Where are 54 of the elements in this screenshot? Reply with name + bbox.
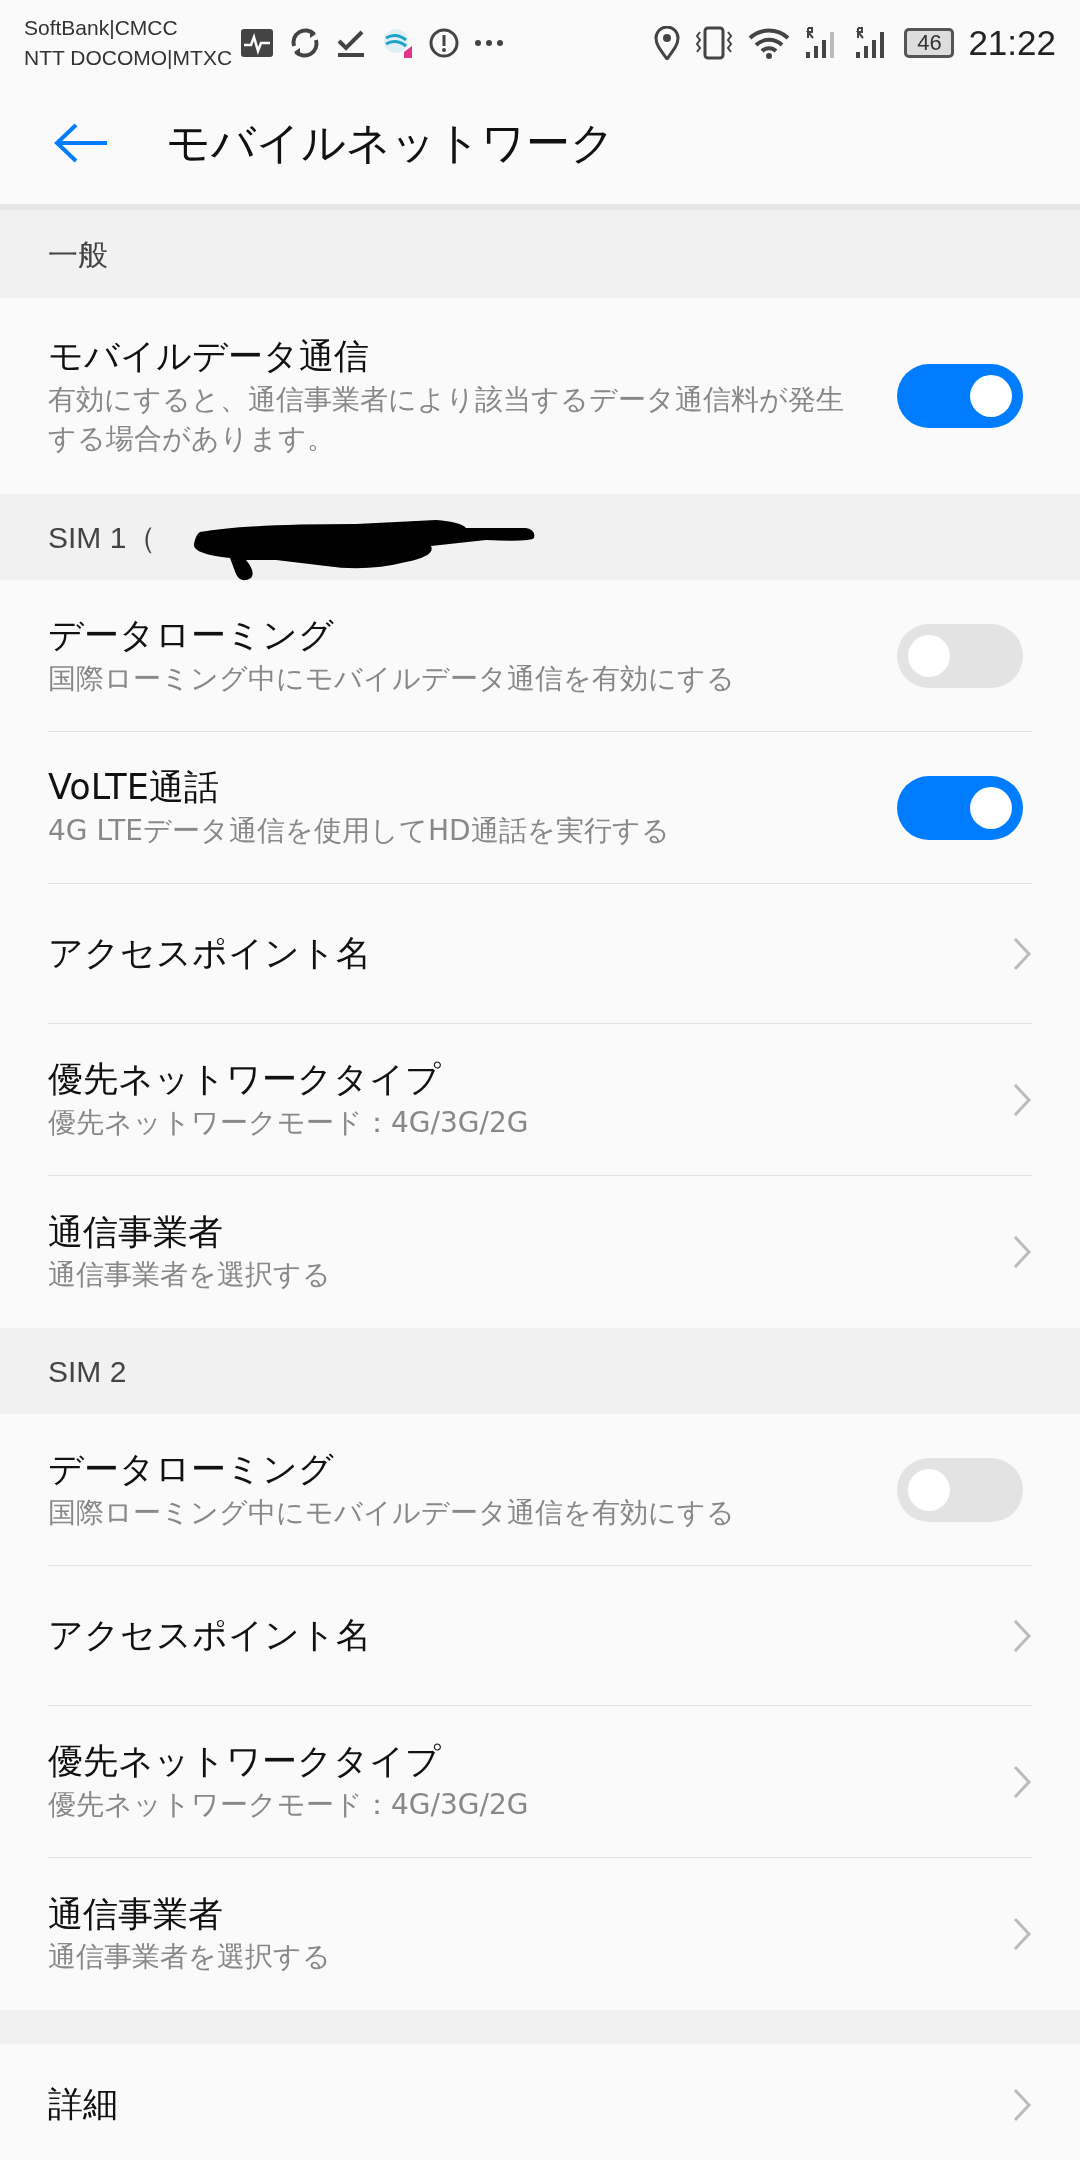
chevron-icon: [1012, 1763, 1032, 1800]
battery-level: 46: [904, 28, 955, 58]
alert-icon: [428, 27, 461, 59]
settings-row[interactable]: アクセスポイント名: [48, 884, 1032, 1024]
settings-row[interactable]: 通信事業者 通信事業者を選択する: [48, 1176, 1032, 1328]
chevron-icon: [1012, 2087, 1032, 2123]
row-title: アクセスポイント名: [48, 931, 372, 975]
section-header: SIM 1（: [48, 519, 157, 556]
section-header: 一般: [48, 236, 108, 273]
chevron-icon: [1012, 1234, 1032, 1270]
row-subtitle: 通信事業者を選択する: [48, 1257, 332, 1294]
chevron-icon: [1012, 935, 1032, 972]
page-title: モバイルネットワーク: [166, 116, 615, 170]
activity-icon: [240, 28, 275, 58]
section-header: SIM 2: [48, 1353, 127, 1390]
row-subtitle: 国際ローミング中にモバイルデータ通信を有効にする: [48, 1494, 736, 1531]
carrier-name: SoftBank|CMCC: [24, 15, 179, 41]
settings-row[interactable]: 通信事業者 通信事業者を選択する: [48, 1858, 1032, 2010]
row-subtitle: 優先ネットワークモード：4G/3G/2G: [48, 1104, 530, 1141]
toggle-switch[interactable]: [897, 364, 1023, 428]
row-subtitle: 優先ネットワークモード：4G/3G/2G: [48, 1786, 530, 1823]
clock: 21:22: [968, 21, 1056, 64]
chevron-icon: [1012, 1617, 1032, 1654]
settings-row[interactable]: 優先ネットワークタイプ 優先ネットワークモード：4G/3G/2G: [48, 1024, 1032, 1176]
back-icon[interactable]: [52, 121, 108, 165]
chevron-icon: [1012, 1081, 1032, 1118]
row-title: 詳細: [48, 2083, 119, 2127]
row-title: 通信事業者: [48, 1892, 224, 1936]
carrier-name: NTT DOCOMO|MTXC: [24, 45, 233, 71]
row-title: 優先ネットワークタイプ: [48, 1058, 442, 1102]
row-subtitle: 国際ローミング中にモバイルデータ通信を有効にする: [48, 660, 736, 697]
row-title: VoLTE通話: [48, 766, 220, 810]
settings-row[interactable]: アクセスポイント名: [48, 1566, 1032, 1706]
row-subtitle: 通信事業者を選択する: [48, 1939, 332, 1976]
row-subtitle: 4G LTEデータ通信を使用してHD通話を実行する: [48, 812, 671, 849]
row-title: 優先ネットワークタイプ: [48, 1740, 442, 1784]
row-title: データローミング: [48, 1448, 335, 1492]
settings-row[interactable]: 詳細: [48, 2044, 1032, 2160]
settings-row[interactable]: VoLTE通話 4G LTEデータ通信を使用してHD通話を実行する: [48, 732, 1032, 884]
row-title: アクセスポイント名: [48, 1613, 372, 1657]
location-icon: [654, 26, 681, 60]
settings-row[interactable]: データローミング 国際ローミング中にモバイルデータ通信を有効にする: [48, 1414, 1032, 1566]
more-icon: [474, 39, 505, 47]
row-title: データローミング: [48, 614, 335, 658]
chevron-icon: [1012, 1916, 1032, 1952]
check-icon: [336, 28, 367, 58]
row-title: モバイルデータ通信: [48, 335, 370, 379]
vibrate-icon: [694, 26, 735, 60]
wifi-icon: [748, 26, 791, 60]
row-title: 通信事業者: [48, 1210, 224, 1254]
settings-row[interactable]: 優先ネットワークタイプ 優先ネットワークモード：4G/3G/2G: [48, 1706, 1032, 1858]
settings-row[interactable]: モバイルデータ通信 有効にすると、通信事業者により該当するデータ通信料が発生する場合があります。: [48, 298, 1032, 494]
row-subtitle: 有効にすると、通信事業者により該当するデータ通信料が発生する場合があります。: [48, 381, 845, 457]
settings-row[interactable]: データローミング 国際ローミング中にモバイルデータ通信を有効にする: [48, 580, 1032, 732]
